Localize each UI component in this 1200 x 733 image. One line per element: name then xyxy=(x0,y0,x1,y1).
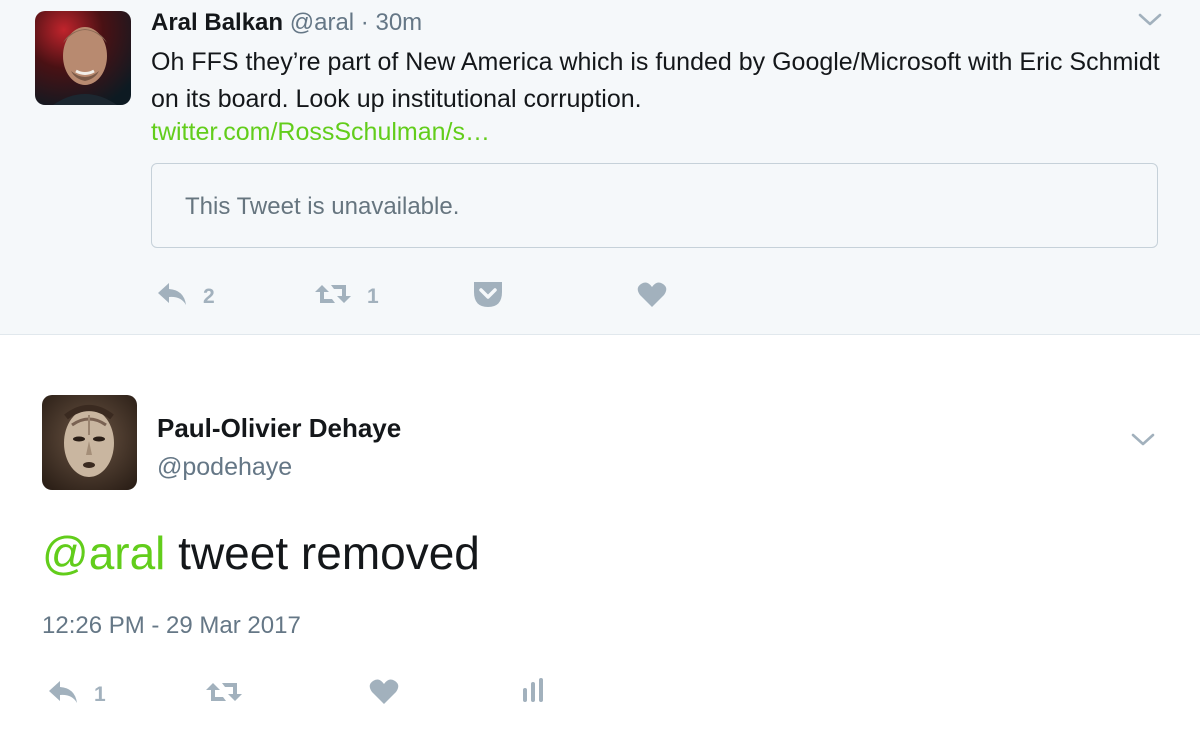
pocket-icon xyxy=(471,278,505,315)
reply-icon xyxy=(155,280,189,313)
like-button[interactable] xyxy=(369,678,399,710)
tweet-timestamp[interactable]: 12:26 PM - 29 Mar 2017 xyxy=(42,611,301,641)
chevron-down-icon[interactable] xyxy=(1138,12,1162,33)
author-name[interactable]: Paul-Olivier Dehaye xyxy=(157,412,401,444)
retweet-icon xyxy=(204,679,244,710)
retweet-button[interactable] xyxy=(204,679,244,710)
quoted-tweet-text: This Tweet is unavailable. xyxy=(185,193,460,220)
heart-icon xyxy=(369,678,399,710)
author-name[interactable]: Aral Balkan xyxy=(151,9,283,36)
author-handle[interactable]: @podehaye xyxy=(157,451,292,483)
tweet-time[interactable]: 30m xyxy=(375,9,422,36)
reply-count: 1 xyxy=(94,682,106,706)
analytics-icon xyxy=(521,676,547,709)
retweet-icon xyxy=(313,281,353,312)
retweet-count: 1 xyxy=(367,284,379,308)
reply-button[interactable]: 2 xyxy=(155,280,215,313)
mention-link[interactable]: @aral xyxy=(42,527,165,579)
reply-count: 2 xyxy=(203,284,215,308)
reply-icon xyxy=(46,678,80,711)
pocket-button[interactable] xyxy=(471,278,505,315)
tweet-aral[interactable]: Aral Balkan @aral · 30m Oh FFS they’re p… xyxy=(0,0,1200,335)
chevron-down-icon[interactable] xyxy=(1131,432,1155,453)
analytics-button[interactable] xyxy=(521,676,547,709)
like-button[interactable] xyxy=(637,281,667,313)
quoted-tweet[interactable]: This Tweet is unavailable. xyxy=(151,163,1158,248)
tweet-text: Oh FFS they’re part of New America which… xyxy=(151,48,1160,113)
reply-button[interactable]: 1 xyxy=(46,678,106,711)
tweet-header: Aral Balkan @aral · 30m xyxy=(151,8,422,38)
author-handle[interactable]: @aral xyxy=(290,9,354,36)
tweet-body: tweet removed xyxy=(165,527,480,579)
separator-dot: · xyxy=(360,9,369,36)
avatar-podehaye[interactable] xyxy=(42,395,137,490)
tweet-link[interactable]: twitter.com/RossSchulman/s… xyxy=(151,115,490,149)
heart-icon xyxy=(637,281,667,313)
retweet-button[interactable]: 1 xyxy=(313,281,379,312)
tweet-text: @aral tweet removed xyxy=(42,526,480,580)
avatar-aral[interactable] xyxy=(35,11,131,105)
